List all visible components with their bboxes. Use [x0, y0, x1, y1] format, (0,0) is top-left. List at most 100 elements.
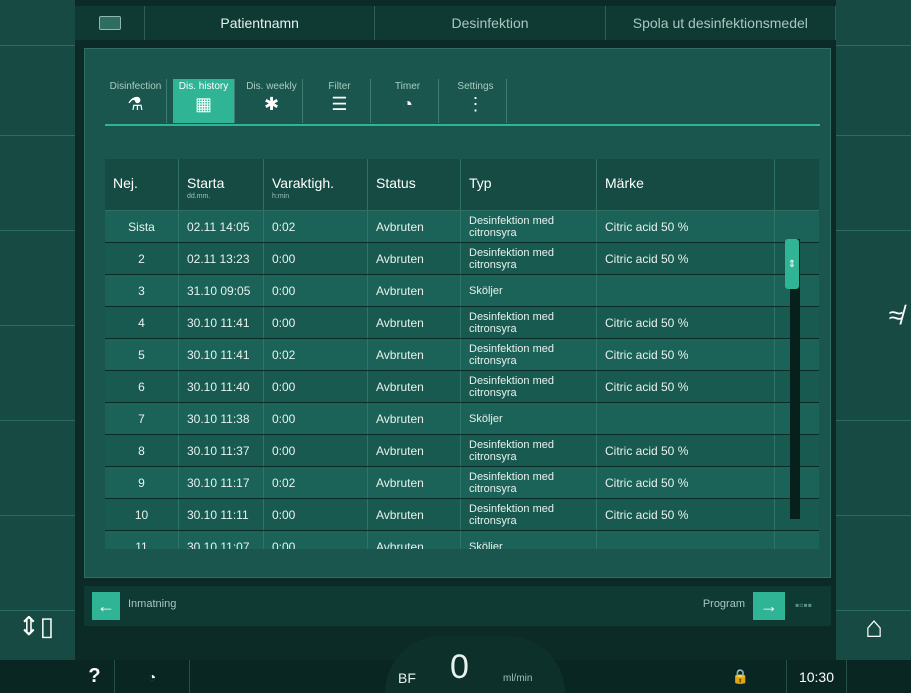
table-row[interactable]: 4 30.10 11:41 0:00 Avbruten Desinfektion med… — [105, 307, 819, 339]
tab-dis-history[interactable]: Dis. history ▦ — [173, 79, 235, 123]
cell-brand: Citric acid 50 % — [597, 499, 775, 530]
col-header-brand: Märke — [597, 159, 775, 210]
forward-button[interactable]: → — [753, 592, 785, 620]
cell-start: 30.10 11:17 — [179, 467, 264, 498]
cell-brand: Citric acid 50 % — [597, 243, 775, 274]
cell-start: 31.10 09:05 — [179, 275, 264, 306]
cell-brand: Citric acid 50 % — [597, 371, 775, 402]
scrollbar-thumb[interactable]: ⇕ — [785, 239, 799, 289]
cell-status: Avbruten — [368, 403, 461, 434]
table-row[interactable]: 8 30.10 11:37 0:00 Avbruten Desinfektion med… — [105, 435, 819, 467]
cell-brand — [597, 403, 775, 434]
history-table: Nej. Starta dd.mm. Varaktigh. h:min Status… — [105, 159, 819, 549]
flush-disinfectant-tab[interactable]: Spola ut desinfektionsmedel — [606, 6, 836, 40]
cell-duration: 0:00 — [264, 435, 368, 466]
right-rail: ≉ ⌂ — [836, 0, 911, 693]
timer-icon: ◔ — [402, 94, 413, 114]
help-button[interactable]: ? — [75, 660, 115, 693]
home-icon[interactable]: ⌂ — [844, 598, 904, 658]
table-row[interactable]: 5 30.10 11:41 0:02 Avbruten Desinfektion med… — [105, 339, 819, 371]
cell-duration: 0:00 — [264, 531, 368, 549]
cell-duration: 0:02 — [264, 211, 368, 242]
tab-settings[interactable]: Settings ⋮ — [445, 79, 507, 123]
cell-brand: Citric acid 50 % — [597, 339, 775, 370]
table-header: Nej. Starta dd.mm. Varaktigh. h:min Status… — [105, 159, 819, 211]
cell-no: 2 — [105, 243, 179, 274]
bf-label: BF — [398, 670, 416, 686]
timer-status-icon[interactable]: ◔ — [115, 660, 190, 693]
top-bar: Patientnamn Desinfektion Spola ut desinf… — [75, 6, 836, 40]
patient-card-icon — [98, 16, 121, 30]
bf-value: 0 — [450, 648, 469, 686]
cell-status: Avbruten — [368, 499, 461, 530]
left-rail: ⇕▯ — [0, 0, 75, 693]
cell-status: Avbruten — [368, 275, 461, 306]
cell-duration: 0:00 — [264, 307, 368, 338]
cell-duration: 0:00 — [264, 243, 368, 274]
cell-no: 3 — [105, 275, 179, 306]
cell-status: Avbruten — [368, 243, 461, 274]
bypass-icon[interactable]: ≉ — [889, 300, 903, 331]
table-row[interactable]: Sista 02.11 14:05 0:02 Avbruten Desinfektion… — [105, 211, 819, 243]
history-table-icon: ▦ — [194, 94, 212, 114]
col-header-start: Starta dd.mm. — [179, 159, 264, 210]
tab-dis-weekly[interactable]: Dis. weekly ✱ — [241, 79, 303, 123]
cell-no: 10 — [105, 499, 179, 530]
lock-icon[interactable]: 🔒 — [695, 660, 787, 693]
cell-start: 30.10 11:11 — [179, 499, 264, 530]
cell-duration: 0:02 — [264, 467, 368, 498]
cell-status: Avbruten — [368, 211, 461, 242]
table-row[interactable]: 11 30.10 11:07 0:00 Avbruten Sköljer — [105, 531, 819, 549]
disinfection-icon: ⚗ — [127, 94, 144, 114]
cell-start: 30.10 11:37 — [179, 435, 264, 466]
table-row[interactable]: 3 31.10 09:05 0:00 Avbruten Sköljer — [105, 275, 819, 307]
table-row[interactable]: 7 30.10 11:38 0:00 Avbruten Sköljer — [105, 403, 819, 435]
col-header-no: Nej. — [105, 159, 179, 210]
patient-card-button[interactable] — [75, 6, 145, 40]
cell-brand: Citric acid 50 % — [597, 435, 775, 466]
cell-start: 30.10 11:38 — [179, 403, 264, 434]
forward-label: Program — [702, 598, 745, 610]
table-row[interactable]: 10 30.10 11:11 0:00 Avbruten Desinfektion me… — [105, 499, 819, 531]
table-row[interactable]: 9 30.10 11:17 0:02 Avbruten Desinfektion med… — [105, 467, 819, 499]
filter-icon: ☰ — [331, 94, 348, 114]
cell-start: 30.10 11:07 — [179, 531, 264, 549]
tab-disinfection[interactable]: Disinfection ⚗ — [105, 79, 167, 123]
cell-start: 02.11 14:05 — [179, 211, 264, 242]
settings-icon: ⋮ — [466, 94, 485, 114]
cell-status: Avbruten — [368, 307, 461, 338]
cell-start: 30.10 11:41 — [179, 339, 264, 370]
cell-duration: 0:00 — [264, 275, 368, 306]
disinfection-tab[interactable]: Desinfektion — [375, 6, 606, 40]
back-button[interactable]: ← — [92, 592, 120, 620]
cell-duration: 0:02 — [264, 339, 368, 370]
cell-brand: Citric acid 50 % — [597, 211, 775, 242]
weekly-icon: ✱ — [263, 94, 280, 114]
table-row[interactable]: 2 02.11 13:23 0:00 Avbruten Desinfektion med… — [105, 243, 819, 275]
cell-type: Desinfektion med citronsyra — [461, 339, 597, 370]
cell-type: Sköljer — [461, 531, 597, 549]
cell-duration: 0:00 — [264, 499, 368, 530]
cell-status: Avbruten — [368, 339, 461, 370]
cell-duration: 0:00 — [264, 371, 368, 402]
cell-type: Desinfektion med citronsyra — [461, 307, 597, 338]
cell-start: 30.10 11:41 — [179, 307, 264, 338]
cell-type: Desinfektion med citronsyra — [461, 371, 597, 402]
level-adjust-icon[interactable]: ⇕▯ — [6, 596, 66, 656]
patient-name-tab[interactable]: Patientnamn — [145, 6, 376, 40]
cell-brand: Citric acid 50 % — [597, 307, 775, 338]
cell-no: Sista — [105, 211, 179, 242]
cell-type: Sköljer — [461, 403, 597, 434]
bf-unit: ml/min — [503, 673, 533, 684]
cell-type: Desinfektion med citronsyra — [461, 243, 597, 274]
clock: 10:30 — [787, 660, 847, 693]
program-steps-icon: ▪▫▪▪ — [795, 598, 813, 612]
tab-underline — [105, 124, 820, 126]
cell-no: 4 — [105, 307, 179, 338]
tab-filter[interactable]: Filter ☰ — [309, 79, 371, 123]
tab-timer[interactable]: Timer ◔ — [377, 79, 439, 123]
cell-no: 11 — [105, 531, 179, 549]
cell-duration: 0:00 — [264, 403, 368, 434]
table-row[interactable]: 6 30.10 11:40 0:00 Avbruten Desinfektion med… — [105, 371, 819, 403]
cell-no: 7 — [105, 403, 179, 434]
